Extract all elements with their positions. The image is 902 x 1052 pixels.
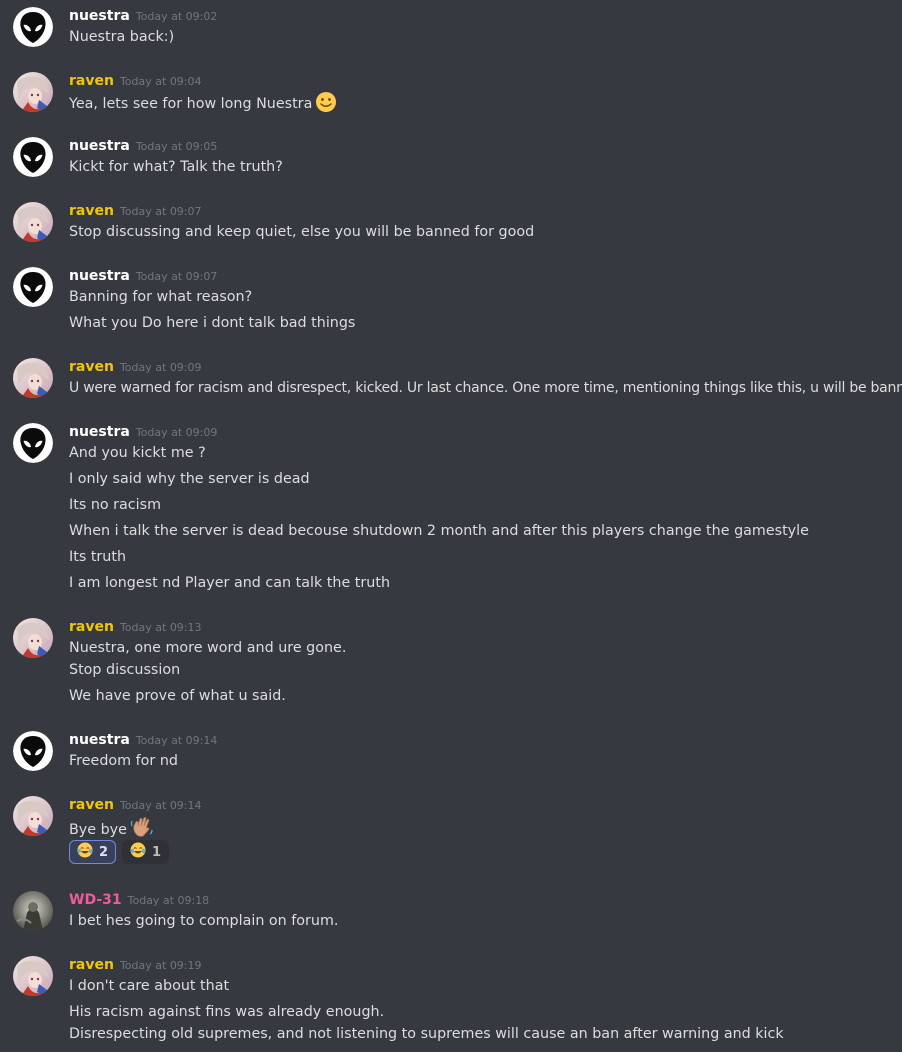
message-text: Stop discussion [69,662,181,678]
message-text: Its no racism [69,497,162,513]
message-text: What you Do here i dont talk bad things [69,315,356,331]
alien-avatar[interactable] [13,267,53,307]
message-text: I only said why the server is dead [69,471,310,487]
author-name[interactable]: nuestra [69,138,130,154]
author-name[interactable]: nuestra [69,268,130,284]
message-text: Kickt for what? Talk the truth? [69,159,283,175]
timestamp[interactable]: Today at 09:07 [120,205,202,218]
reaction-count: 1 [152,844,162,860]
timestamp[interactable]: Today at 09:09 [120,361,202,374]
message-text: Stop discussing and keep quiet, else you… [69,224,535,240]
message-text: Nuestra, one more word and ure gone. [69,640,347,656]
author-name[interactable]: raven [69,359,114,375]
author-name[interactable]: nuestra [69,424,130,440]
author-name[interactable]: raven [69,203,114,219]
message-text: And you kickt me ? [69,445,206,461]
tears-of-joy-icon [77,842,93,862]
author-name[interactable]: raven [69,73,114,89]
anime-avatar[interactable] [13,72,53,112]
author-name[interactable]: raven [69,797,114,813]
message-text: Its truth [69,549,127,565]
message-text: U were warned for racism and disrespect,… [69,380,902,396]
anime-avatar[interactable] [13,956,53,996]
alien-avatar[interactable] [13,731,53,771]
message-text: When i talk the server is dead becouse s… [69,523,809,539]
photo-avatar[interactable] [13,891,53,931]
anime-avatar[interactable] [13,796,53,836]
timestamp[interactable]: Today at 09:05 [136,140,218,153]
reaction-button[interactable]: 1 [122,840,170,864]
message-text: We have prove of what u said. [69,688,286,704]
message-text: Yea, lets see for how long Nuestra [69,91,337,120]
alien-avatar[interactable] [13,423,53,463]
slightly-smiling-face-icon [315,91,337,120]
alien-avatar[interactable] [13,7,53,47]
reaction-count: 2 [99,844,109,860]
reaction-button[interactable]: 2 [69,840,117,864]
message-text: His racism against fins was already enou… [69,1004,385,1020]
anime-avatar[interactable] [13,358,53,398]
alien-avatar[interactable] [13,137,53,177]
timestamp[interactable]: Today at 09:19 [120,959,202,972]
reactions-bar: 2 1 [69,840,170,864]
timestamp[interactable]: Today at 09:14 [136,734,218,747]
timestamp[interactable]: Today at 09:13 [120,621,202,634]
message-text: Disrespecting old supremes, and not list… [69,1026,784,1042]
message-text: I am longest nd Player and can talk the … [69,575,391,591]
author-name[interactable]: nuestra [69,732,130,748]
timestamp[interactable]: Today at 09:14 [120,799,202,812]
tears-of-joy-icon [130,842,146,862]
timestamp[interactable]: Today at 09:07 [136,270,218,283]
timestamp[interactable]: Today at 09:09 [136,426,218,439]
timestamp[interactable]: Today at 09:18 [128,894,210,907]
message-text: I don't care about that [69,978,230,994]
author-name[interactable]: raven [69,619,114,635]
author-name[interactable]: raven [69,957,114,973]
timestamp[interactable]: Today at 09:04 [120,75,202,88]
message-text: I bet hes going to complain on forum. [69,913,339,929]
message-text: Freedom for nd [69,753,178,769]
anime-avatar[interactable] [13,202,53,242]
message-text: Banning for what reason? [69,289,253,305]
timestamp[interactable]: Today at 09:02 [136,10,218,23]
author-name[interactable]: nuestra [69,8,130,24]
message-text: Nuestra back:) [69,29,175,45]
author-name[interactable]: WD-31 [69,892,122,908]
anime-avatar[interactable] [13,618,53,658]
